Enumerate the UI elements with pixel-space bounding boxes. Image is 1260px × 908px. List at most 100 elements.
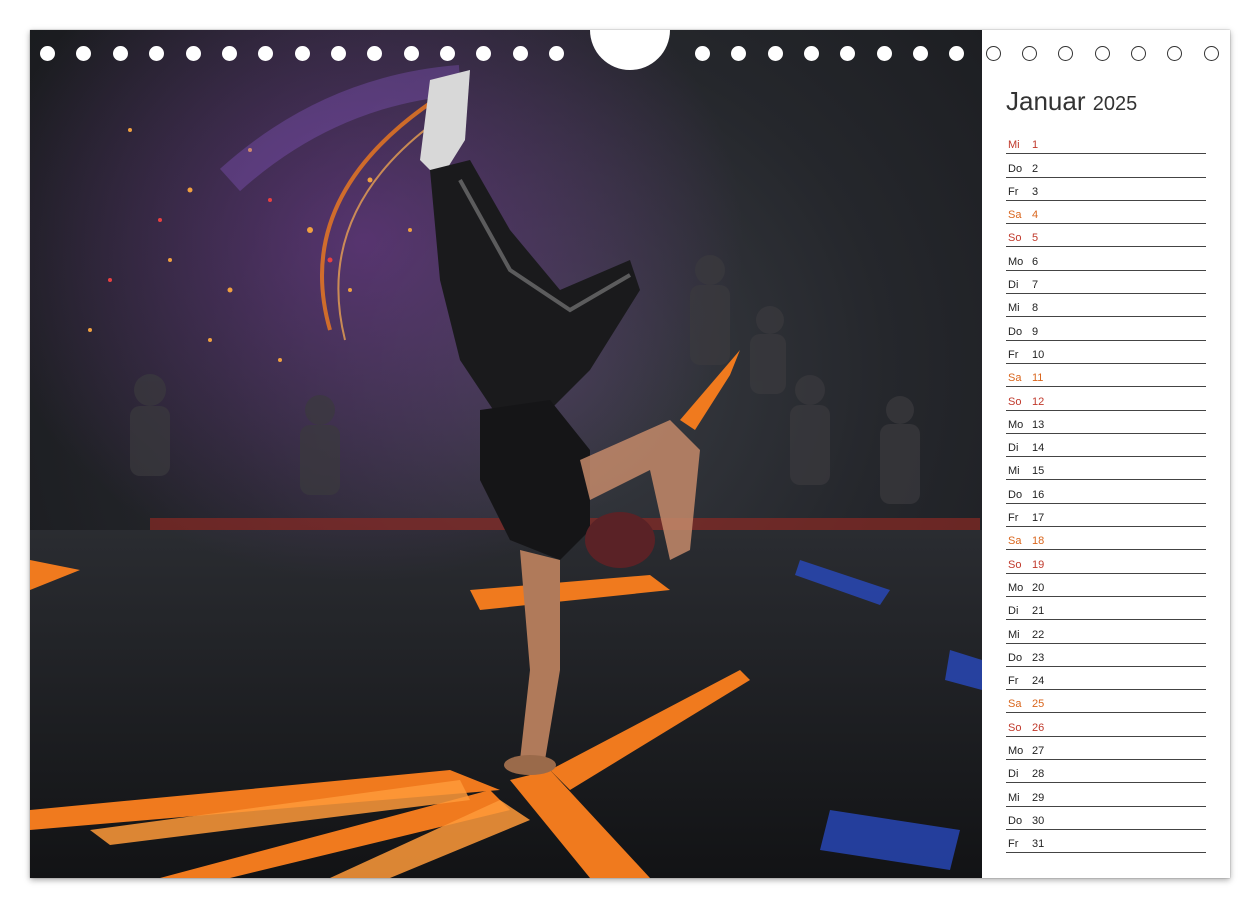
day-row: So 5 — [1006, 224, 1206, 248]
day-number: 5 — [1032, 232, 1039, 245]
weekday-label: Di — [1008, 279, 1019, 292]
weekday-label: Mo — [1008, 418, 1024, 431]
binding-hole — [295, 46, 310, 61]
weekday-label: Sa — [1008, 535, 1022, 548]
day-row: Do 30 — [1006, 807, 1206, 830]
day-number: 21 — [1032, 605, 1045, 618]
weekday-label: Mo — [1008, 745, 1024, 758]
day-row: Sa 11 — [1006, 364, 1206, 388]
day-row: Di 7 — [1006, 271, 1206, 295]
weekday-label: Fr — [1008, 838, 1019, 851]
binding-hole — [986, 46, 1001, 61]
binding-hole — [1167, 46, 1182, 61]
binding-hole — [1131, 46, 1146, 61]
day-row: Sa 18 — [1006, 527, 1206, 551]
breakdancer-illustration — [30, 30, 982, 878]
day-list: Mi 1 Do 2 Fr 3 Sa 4 So 5 Mo 6 Di 7 Mi 8 Do 9 Fr 10 Sa 11 So 12 M… — [1006, 131, 1206, 854]
weekday-label: Di — [1008, 768, 1019, 781]
day-number: 6 — [1032, 255, 1039, 268]
day-number: 11 — [1032, 372, 1044, 385]
weekday-label: Do — [1008, 325, 1023, 338]
weekday-label: So — [1008, 232, 1022, 245]
day-number: 22 — [1032, 628, 1045, 641]
binding-hole — [40, 46, 55, 61]
binding-hole — [222, 46, 237, 61]
weekday-label: Mo — [1008, 581, 1024, 594]
weekday-label: Di — [1008, 442, 1019, 455]
binding-hole — [549, 46, 564, 61]
day-row: So 19 — [1006, 550, 1206, 574]
day-number: 27 — [1032, 745, 1045, 758]
day-row: So 12 — [1006, 387, 1206, 411]
day-number: 15 — [1032, 465, 1045, 478]
day-row: Do 23 — [1006, 644, 1206, 667]
weekday-label: So — [1008, 721, 1022, 734]
day-row: Fr 24 — [1006, 667, 1206, 691]
day-row: Do 16 — [1006, 480, 1206, 504]
day-row: Sa 4 — [1006, 201, 1206, 225]
binding-hole — [695, 46, 710, 61]
calendar-page: Januar 2025 Mi 1 Do 2 Fr 3 Sa 4 So 5 Mo 6 Di 7 Mi 8 Do 9 F… — [30, 30, 1230, 878]
binding-hole — [331, 46, 346, 61]
day-row: Mo 6 — [1006, 247, 1206, 271]
binding-hole — [949, 46, 964, 61]
day-number: 16 — [1032, 488, 1045, 501]
day-number: 25 — [1032, 698, 1045, 711]
weekday-label: Fr — [1008, 512, 1019, 525]
binding-hole — [731, 46, 746, 61]
binding-hole — [258, 46, 273, 61]
weekday-label: Mi — [1008, 791, 1020, 804]
month-name: Januar — [1006, 86, 1086, 116]
day-row: Sa 25 — [1006, 690, 1206, 714]
day-number: 4 — [1032, 209, 1039, 222]
day-number: 14 — [1032, 442, 1045, 455]
weekday-label: Fr — [1008, 675, 1019, 688]
day-number: 31 — [1032, 838, 1045, 851]
month-year: 2025 — [1092, 93, 1138, 115]
binding-hole — [404, 46, 419, 61]
binding-hole — [877, 46, 892, 61]
day-row: Fr 10 — [1006, 341, 1206, 364]
binding-hole — [1058, 46, 1073, 61]
binding-hole — [1022, 46, 1037, 61]
day-number: 29 — [1032, 791, 1045, 804]
day-number: 20 — [1032, 581, 1045, 594]
binding-hole — [367, 46, 382, 61]
day-row: Mi 22 — [1006, 620, 1206, 644]
binding-hole — [513, 46, 528, 61]
day-row: Do 2 — [1006, 154, 1206, 178]
binding-hole — [113, 46, 128, 61]
weekday-label: Sa — [1008, 209, 1022, 222]
month-title: Januar 2025 — [1006, 86, 1206, 117]
binding-hole — [768, 46, 783, 61]
day-row: Di 14 — [1006, 434, 1206, 458]
day-row: Fr 31 — [1006, 830, 1206, 854]
binding-hole — [476, 46, 491, 61]
binding-hole — [804, 46, 819, 61]
day-number: 12 — [1032, 395, 1045, 408]
day-number: 8 — [1032, 302, 1039, 315]
day-number: 26 — [1032, 721, 1045, 734]
weekday-label: Do — [1008, 162, 1023, 175]
weekday-label: So — [1008, 558, 1022, 571]
hanger-cutout — [590, 30, 670, 70]
day-row: So 26 — [1006, 713, 1206, 737]
day-number: 17 — [1032, 512, 1045, 525]
day-number: 9 — [1032, 325, 1039, 338]
weekday-label: Do — [1008, 651, 1023, 664]
day-number: 24 — [1032, 675, 1045, 688]
day-number: 3 — [1032, 185, 1039, 198]
day-number: 30 — [1032, 814, 1045, 827]
binding-hole — [149, 46, 164, 61]
binding-hole — [840, 46, 855, 61]
day-number: 28 — [1032, 768, 1045, 781]
day-row: Do 9 — [1006, 317, 1206, 341]
binding-hole — [913, 46, 928, 61]
day-number: 2 — [1032, 162, 1039, 175]
weekday-label: Do — [1008, 814, 1023, 827]
day-row: Fr 3 — [1006, 178, 1206, 201]
day-row: Mo 20 — [1006, 574, 1206, 597]
day-row: Di 28 — [1006, 760, 1206, 784]
weekday-label: So — [1008, 395, 1022, 408]
month-photo — [30, 30, 982, 878]
